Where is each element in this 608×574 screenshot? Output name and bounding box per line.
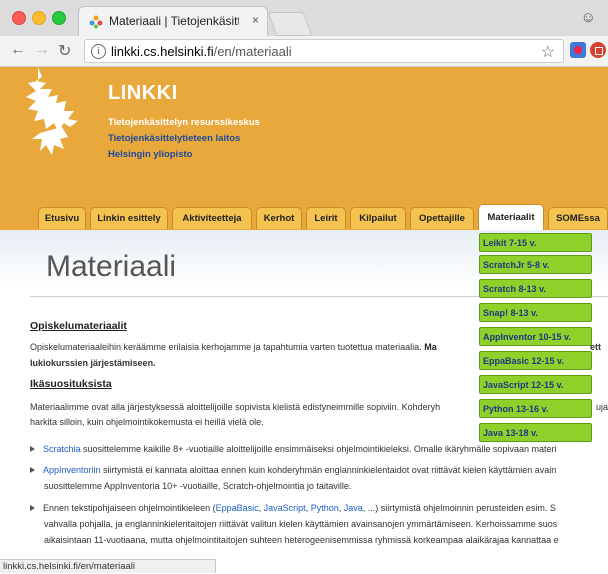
section-2-line-2: harkita silloin, kuin ohjelmointikokemus…	[30, 417, 264, 427]
dropdown-item-scratch[interactable]: Scratch 8-13 v.	[479, 279, 592, 298]
section-2-line-1: Materiaalimme ovat alla järjestyksessä a…	[30, 402, 441, 412]
python-link[interactable]: Python	[311, 503, 339, 513]
dropdown-item-eppabasic[interactable]: EppaBasic 12-15 v.	[479, 351, 592, 370]
bullet-icon	[30, 505, 35, 511]
list-item-scratch: Scratchia suosittelemme kaikille 8+ -vuo…	[30, 441, 556, 457]
dropdown-item-snap[interactable]: Snap! 8-13 v.	[479, 303, 592, 322]
url-host: linkki.cs.helsinki.fi	[111, 44, 214, 59]
eppabasic-link[interactable]: EppaBasic	[216, 503, 259, 513]
bookmark-star-icon[interactable]: ☆	[541, 42, 555, 62]
section-1-text: Opiskelumateriaaleihin keräämme erilaisi…	[30, 342, 425, 352]
dropdown-item-java[interactable]: Java 13-18 v.	[479, 423, 592, 442]
bullet-icon	[30, 467, 35, 473]
site-subtitle-3[interactable]: Helsingin yliopisto	[108, 149, 192, 160]
new-tab-button[interactable]	[267, 12, 313, 36]
bullet-1-text: suosittelemme kaikille 8+ -vuotiaille al…	[80, 444, 557, 454]
section-2-line-1-tail: uja	[596, 402, 608, 412]
minimize-window-button[interactable]	[32, 11, 46, 25]
bullet-3-pre: Ennen tekstipohjaiseen ohjelmointikielee…	[43, 503, 216, 513]
page-title: Materiaali	[46, 250, 177, 283]
bullet-3-line-2: vahvalla pohjalla, ja englanninkielentai…	[44, 519, 558, 529]
section-1-bold-text: Ma	[424, 342, 437, 352]
extension-icon[interactable]	[570, 42, 586, 58]
nav-tab-opettajille[interactable]: Opettajille	[410, 207, 474, 229]
nav-tab-materiaalit[interactable]: Materiaalit	[478, 204, 544, 230]
section-heading-ikasuosituksista: Ikäsuosituksista	[30, 378, 112, 390]
section-1-line-1: Opiskelumateriaaleihin keräämme erilaisi…	[30, 339, 437, 355]
status-bar-url: linkki.cs.helsinki.fi/en/materiaali	[0, 559, 216, 573]
profile-icon[interactable]: ☺	[581, 9, 596, 26]
nav-tab-linkin-esittely[interactable]: Linkin esittely	[90, 207, 168, 229]
nav-tab-kerhot[interactable]: Kerhot	[256, 207, 302, 229]
site-subtitle-2[interactable]: Tietojenkäsittelytieteen laitos	[108, 133, 240, 144]
browser-toolbar: ← → ↻ i linkki.cs.helsinki.fi/en/materia…	[0, 36, 608, 67]
bullet-3-post: , ...) siirtymistä ohjelmoinnin perustei…	[362, 503, 556, 513]
list-item-appinventor: AppInventoriin siirtymistä ei kannata al…	[30, 462, 556, 478]
bullet-3-line-3: aikaisintaan 11-vuotiaana, mutta ohjelmo…	[44, 535, 559, 545]
nav-tab-somessa[interactable]: SOMEssa	[548, 207, 608, 229]
zoom-window-button[interactable]	[52, 11, 66, 25]
browser-tabstrip: Materiaali | Tietojenkäsittelyn r × ☺	[0, 0, 608, 37]
scratch-link[interactable]: Scratchia	[43, 444, 81, 454]
bullet-icon	[30, 446, 35, 452]
reload-icon[interactable]: ↻	[58, 41, 71, 61]
linkki-favicon-icon	[89, 15, 103, 29]
browser-tab[interactable]: Materiaali | Tietojenkäsittelyn r ×	[78, 6, 268, 36]
javascript-link[interactable]: JavaScript	[264, 503, 306, 513]
close-window-button[interactable]	[12, 11, 26, 25]
nav-tab-leirit[interactable]: Leirit	[306, 207, 346, 229]
dropdown-item-leikit[interactable]: Leikit 7-15 v.	[479, 233, 592, 252]
forward-arrow-icon[interactable]: →	[34, 41, 50, 59]
bullet-2-line-2: suosittelemme AppInventoria 10+ -vuotiai…	[44, 481, 352, 491]
site-title[interactable]: LINKKI	[108, 82, 178, 105]
dropdown-item-python[interactable]: Python 13-16 v.	[479, 399, 592, 418]
address-bar[interactable]: i linkki.cs.helsinki.fi/en/materiaali ☆	[84, 39, 564, 63]
helsinki-university-logo-icon	[26, 67, 78, 155]
java-link[interactable]: Java	[344, 503, 363, 513]
nav-tab-kilpailut[interactable]: Kilpailut	[350, 207, 406, 229]
nav-tab-etusivu[interactable]: Etusivu	[38, 207, 86, 229]
dropdown-item-javascript[interactable]: JavaScript 12-15 v.	[479, 375, 592, 394]
bullet-2-text: siirtymistä ei kannata aloittaa ennen ku…	[100, 465, 557, 475]
dropdown-item-appinventor[interactable]: AppInventor 10-15 v.	[479, 327, 592, 346]
url-text: linkki.cs.helsinki.fi/en/materiaali	[111, 44, 292, 59]
appinventor-link[interactable]: AppInventoriin	[43, 465, 101, 475]
section-1-line-2: lukiokurssien järjestämiseen.	[30, 358, 156, 368]
nav-tab-aktiviteetteja[interactable]: Aktiviteetteja	[172, 207, 252, 229]
extension-icon-2[interactable]	[590, 42, 606, 58]
back-arrow-icon[interactable]: ←	[10, 41, 26, 59]
section-heading-opiskelumateriaalit: Opiskelumateriaalit	[30, 320, 127, 332]
dropdown-item-scratchjr[interactable]: ScratchJr 5-8 v.	[479, 255, 592, 274]
site-subtitle-1: Tietojenkäsittelyn resurssikeskus	[108, 117, 260, 128]
tab-title: Materiaali | Tietojenkäsittelyn r	[109, 14, 239, 28]
tab-close-icon[interactable]: ×	[252, 13, 259, 27]
url-path: /en/materiaali	[213, 44, 292, 59]
info-icon[interactable]: i	[91, 44, 106, 59]
list-item-text-languages: Ennen tekstipohjaiseen ohjelmointikielee…	[30, 500, 556, 516]
